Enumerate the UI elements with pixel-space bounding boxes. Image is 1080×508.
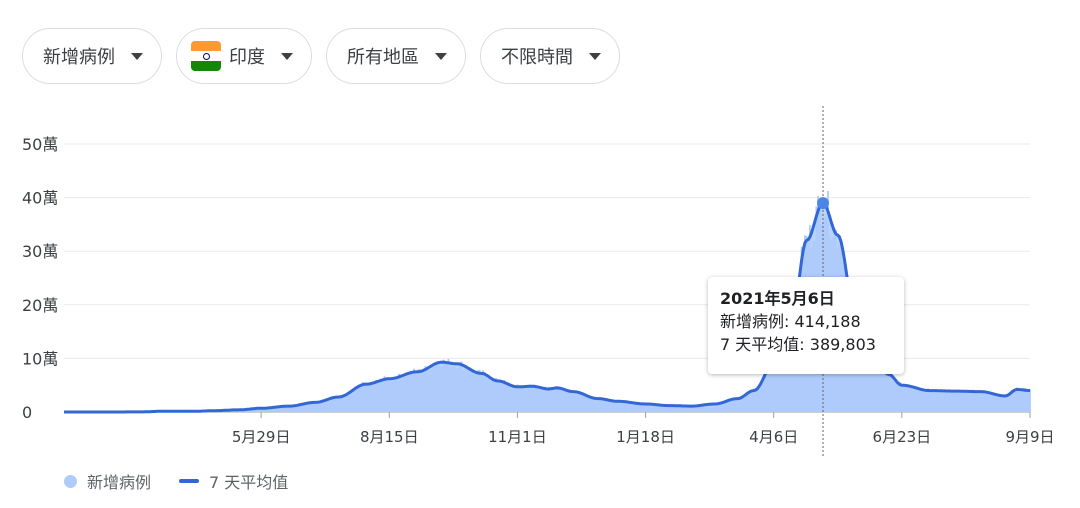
tooltip-row-average: 7 天平均值: 389,803 (720, 335, 876, 354)
x-tick-label: 6月23日 (873, 428, 932, 446)
x-tick-label: 11月1日 (488, 428, 547, 446)
x-axis-labels: 5月29日 8月15日 11月1日 1月18日 4月6日 6月23日 9月9日 (232, 412, 1055, 446)
tooltip-cases-label: 新增病例 (720, 312, 785, 331)
y-tick-label: 30萬 (22, 242, 58, 261)
y-axis-labels: 0 10萬 20萬 30萬 40萬 50萬 (22, 135, 58, 422)
tooltip-average-value: 389,803 (809, 335, 876, 354)
tooltip-date: 2021年5月6日 (720, 289, 835, 308)
x-tick-label: 1月18日 (616, 428, 675, 446)
cases-chart[interactable]: 0 10萬 20萬 30萬 40萬 50萬 5月29日 8月15日 11月1日 1月18日 4月6… (0, 0, 1080, 470)
data-tooltip: 2021年5月6日 新增病例: 414,188 7 天平均值: 389,803 (708, 277, 904, 374)
x-tick-label: 8月15日 (360, 428, 419, 446)
tooltip-row-cases: 新增病例: 414,188 (720, 312, 861, 331)
x-tick-label: 5月29日 (232, 428, 291, 446)
y-tick-label: 0 (22, 403, 32, 422)
y-tick-label: 50萬 (22, 135, 58, 154)
y-tick-label: 20萬 (22, 296, 58, 315)
y-tick-label: 40萬 (22, 189, 58, 208)
average-legend-line-icon (179, 479, 200, 483)
legend-average-label: 7 天平均值 (209, 473, 289, 492)
chart-legend: 新增病例 7 天平均值 (64, 469, 288, 493)
tooltip-average-label: 7 天平均值 (720, 335, 800, 354)
highlight-point (817, 197, 829, 210)
cases-legend-dot-icon (64, 474, 77, 488)
tooltip-cases-value: 414,188 (794, 312, 861, 331)
y-tick-label: 10萬 (22, 349, 58, 368)
legend-cases-label: 新增病例 (87, 473, 152, 492)
x-tick-label: 9月9日 (1005, 428, 1054, 446)
x-tick-label: 4月6日 (749, 428, 798, 446)
